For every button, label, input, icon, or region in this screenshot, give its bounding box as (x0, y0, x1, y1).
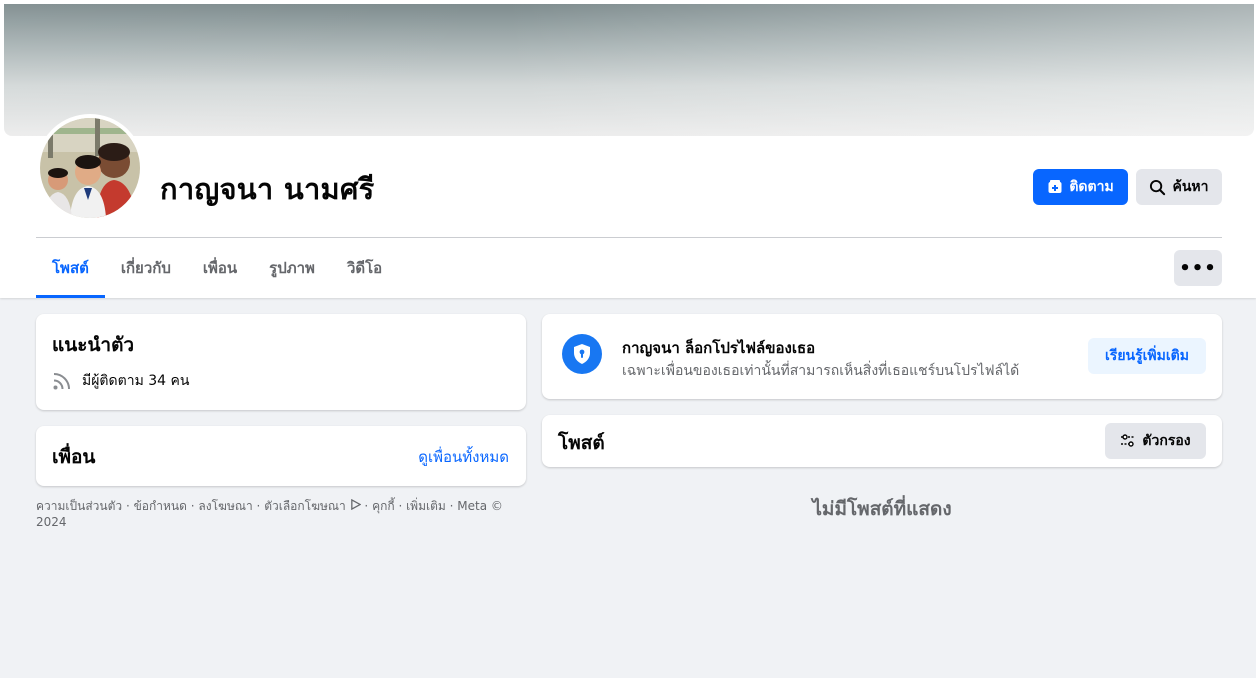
tab-posts[interactable]: โพสต์ (36, 238, 105, 298)
tab-about[interactable]: เกี่ยวกับ (105, 238, 187, 298)
footer-cookies-link[interactable]: คุกกี้ (372, 499, 395, 513)
follow-button-label: ติดตาม (1069, 179, 1114, 195)
profile-name: กาญจนา นามศรี (160, 172, 375, 206)
shield-icon (574, 344, 590, 364)
profile-header: กาญจนา นามศรี ติดตาม ค้นหา โพสต์ เกี่ยวก… (0, 0, 1256, 298)
adchoices-icon (350, 498, 362, 511)
followers-row: มีผู้ติดตาม 34 คน (52, 370, 189, 392)
filter-button[interactable]: ตัวกรอง (1105, 423, 1206, 459)
posts-title: โพสต์ (558, 432, 605, 454)
follow-button[interactable]: ติดตาม (1033, 169, 1128, 205)
follow-icon (1048, 180, 1062, 193)
shield-lock-icon (562, 334, 602, 374)
lock-notice-title: กาญจนา ล็อกโปรไฟล์ของเธอ (622, 339, 816, 357)
tab-videos[interactable]: วิดีโอ (331, 238, 398, 298)
more-icon: ••• (1179, 257, 1217, 279)
footer-links: ความเป็นส่วนตัว · ข้อกำหนด · ลงโฆษณา · ต… (36, 498, 503, 529)
profile-avatar[interactable] (36, 114, 144, 222)
posts-header-card: โพสต์ ตัวกรอง (542, 415, 1222, 467)
footer-ads-link[interactable]: ลงโฆษณา (198, 499, 252, 513)
avatar-photo (40, 118, 140, 218)
see-all-friends-link[interactable]: ดูเพื่อนทั้งหมด (418, 445, 509, 469)
footer-privacy-link[interactable]: ความเป็นส่วนตัว (36, 499, 122, 513)
search-button[interactable]: ค้นหา (1136, 169, 1222, 205)
filter-button-label: ตัวกรอง (1142, 433, 1191, 449)
learn-more-button[interactable]: เรียนรู้เพิ่มเติม (1088, 338, 1206, 374)
footer-more-link[interactable]: เพิ่มเติม (406, 499, 446, 513)
footer-adchoices-link[interactable]: ตัวเลือกโฆษณา (264, 499, 346, 513)
intro-card: แนะนำตัว มีผู้ติดตาม 34 คน (36, 314, 526, 410)
search-button-label: ค้นหา (1172, 179, 1209, 195)
followers-icon (53, 373, 70, 390)
profile-locked-card: กาญจนา ล็อกโปรไฟล์ของเธอ เฉพาะเพื่อนของเ… (542, 314, 1222, 399)
followers-count: มีผู้ติดตาม 34 คน (82, 373, 190, 389)
friends-card: เพื่อน ดูเพื่อนทั้งหมด (36, 426, 526, 486)
filter-icon (1121, 434, 1136, 447)
lock-notice-subtitle: เฉพาะเพื่อนของเธอเท่านั้นที่สามารถเห็นสิ… (622, 363, 1020, 379)
footer-terms-link[interactable]: ข้อกำหนด (134, 499, 187, 513)
intro-title: แนะนำตัว (52, 334, 135, 356)
search-icon (1150, 179, 1166, 195)
profile-tabs: โพสต์ เกี่ยวกับ เพื่อน รูปภาพ วิดีโอ (36, 238, 398, 298)
more-options-button[interactable]: ••• (1174, 250, 1222, 286)
tab-photos[interactable]: รูปภาพ (253, 238, 331, 298)
friends-title: เพื่อน (52, 446, 96, 468)
tab-friends[interactable]: เพื่อน (187, 238, 253, 298)
no-posts-message: ไม่มีโพสต์ที่แสดง (812, 498, 952, 520)
cover-photo[interactable] (4, 4, 1254, 136)
